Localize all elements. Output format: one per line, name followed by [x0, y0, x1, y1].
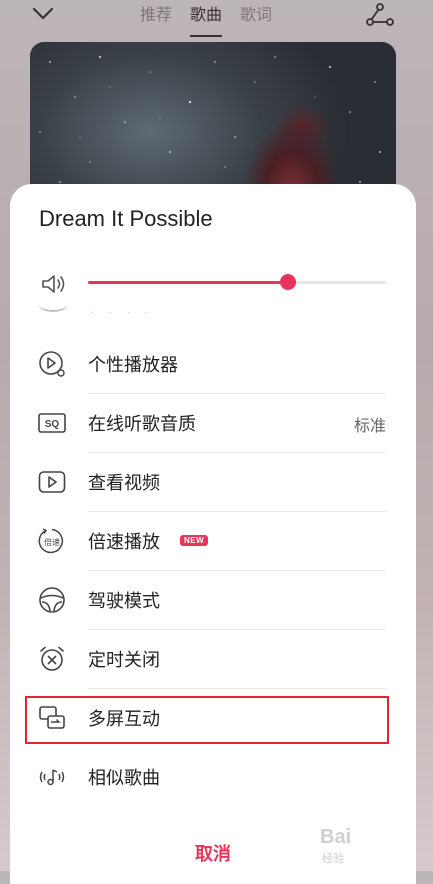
divider [88, 629, 386, 630]
watermark-logo: Bai 经验 [318, 826, 428, 870]
divider [88, 393, 386, 394]
divider [88, 570, 386, 571]
volume-slider-fill [88, 281, 288, 284]
top-bar: 推荐 歌曲 歌词 [0, 0, 433, 37]
tab-bar: 推荐 歌曲 歌词 [140, 4, 272, 37]
menu-item-label: 驾驶模式 [88, 591, 160, 612]
menu-item-playback-speed[interactable]: 倍速 倍速播放 NEW [10, 511, 416, 570]
volume-icon [42, 275, 65, 293]
more-options-sheet: Dream It Possible · · · · 个性播放器 SQ 在线听歌音… [10, 184, 416, 884]
player-skin-icon [39, 351, 65, 377]
volume-control [10, 264, 416, 304]
menu-item-label: 个性播放器 [88, 355, 178, 376]
share-icon[interactable] [366, 2, 394, 26]
play-video-icon [38, 471, 66, 493]
tab-recommend[interactable]: 推荐 [140, 4, 172, 32]
quality-value: 标准 [353, 416, 386, 435]
menu-item-label: 查看视频 [88, 473, 160, 494]
menu-item-label: 相似歌曲 [88, 768, 160, 789]
steering-wheel-icon [39, 587, 65, 613]
divider [88, 452, 386, 453]
alarm-clock-icon [40, 646, 64, 671]
menu-item-label: 倍速播放 [88, 532, 160, 553]
partial-icon [38, 304, 68, 312]
menu-item-player-skin[interactable]: 个性播放器 [10, 334, 416, 393]
menu-item-sleep-timer[interactable]: 定时关闭 [10, 629, 416, 688]
divider [88, 511, 386, 512]
chevron-down-icon[interactable] [32, 5, 54, 21]
scrolled-out-item: · · · · [10, 304, 416, 334]
volume-slider-handle[interactable] [279, 274, 296, 290]
highlight-box-multi-screen [25, 696, 389, 744]
menu-item-view-video[interactable]: 查看视频 [10, 452, 416, 511]
sq-quality-icon: SQ [38, 413, 66, 433]
watermark-sub: 经验 [322, 852, 344, 865]
partial-label: · · · · [90, 308, 155, 319]
speed-icon: 倍速 [38, 528, 64, 554]
volume-slider[interactable] [88, 274, 386, 290]
song-title: Dream It Possible [39, 206, 213, 231]
menu-item-label: 定时关闭 [88, 650, 160, 671]
menu-item-audio-quality[interactable]: SQ 在线听歌音质 标准 [10, 393, 416, 452]
menu-item-similar-songs[interactable]: 相似歌曲 [10, 747, 416, 806]
svg-text:倍速: 倍速 [44, 537, 60, 547]
divider [88, 688, 386, 689]
svg-text:SQ: SQ [45, 419, 60, 430]
similar-songs-icon [39, 769, 65, 786]
new-badge: NEW [180, 535, 209, 546]
watermark-brand: Bai [320, 826, 352, 848]
menu-item-label: 在线听歌音质 [88, 414, 196, 435]
tab-lyrics[interactable]: 歌词 [240, 4, 272, 32]
tab-song[interactable]: 歌曲 [190, 4, 223, 37]
menu-item-driving-mode[interactable]: 驾驶模式 [10, 570, 416, 629]
